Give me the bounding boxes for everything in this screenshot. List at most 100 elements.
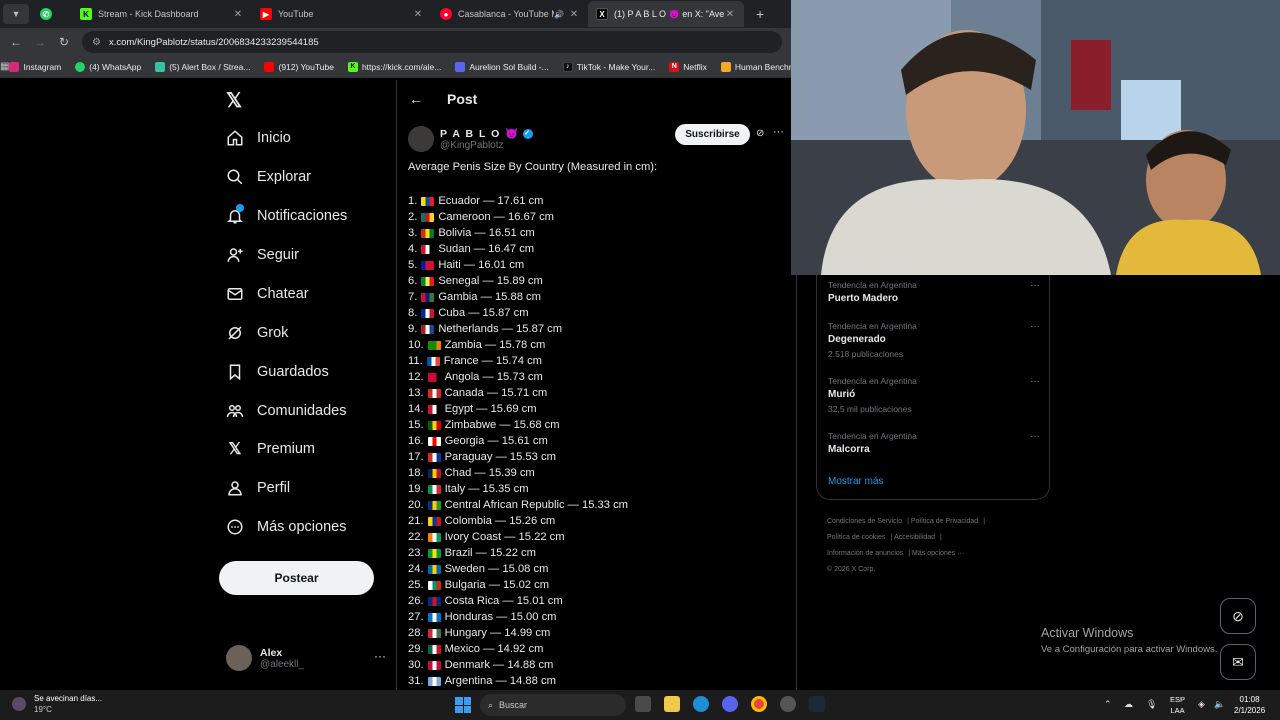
tab-whatsapp[interactable]: ✆ bbox=[32, 1, 72, 27]
sidebar-item-grok[interactable]: Grok bbox=[226, 319, 288, 347]
bookmark-netflix[interactable]: N Netflix bbox=[669, 61, 707, 72]
flag-icon bbox=[427, 484, 441, 494]
close-icon[interactable]: ✕ bbox=[724, 9, 736, 20]
sidebar-item-inicio[interactable]: Inicio bbox=[226, 124, 291, 152]
url-field[interactable]: ⚙ x.com/KingPablotz/status/2006834233239… bbox=[82, 31, 782, 53]
tab-kick-dashboard[interactable]: K Stream - Kick Dashboard ✕ bbox=[72, 1, 252, 27]
messages-float-button[interactable]: ✉ bbox=[1220, 644, 1256, 680]
sidebar-item-premium[interactable]: 𝕏 Premium bbox=[226, 435, 315, 463]
country-name: Zimbabwe bbox=[444, 419, 497, 431]
grok-icon[interactable]: ⊘ bbox=[756, 128, 764, 139]
flag-icon bbox=[427, 612, 441, 622]
system-clock[interactable]: 01:08 2/1/2026 bbox=[1234, 694, 1265, 716]
flag-icon bbox=[421, 276, 435, 286]
size-value: 15.69 cm bbox=[490, 403, 537, 415]
tab-youtube-music[interactable]: ● Casablanca - YouTube Musi 🔊 ✕ bbox=[432, 1, 588, 27]
language-indicator[interactable]: ESP LAA bbox=[1170, 694, 1185, 716]
sidebar-item-explorar[interactable]: Explorar bbox=[226, 163, 311, 191]
site-info-icon[interactable]: ⚙ bbox=[92, 37, 101, 48]
tab-x-post[interactable]: X (1) P A B L O 😈 en X: "Average ✕ bbox=[588, 1, 744, 27]
close-icon[interactable]: ✕ bbox=[568, 9, 580, 20]
edge-icon[interactable] bbox=[693, 696, 709, 712]
sidebar-item-chatear[interactable]: Chatear bbox=[226, 280, 309, 308]
account-switcher[interactable]: Alex @aleekll_ ··· bbox=[226, 643, 386, 673]
x-logo-icon[interactable]: 𝕏 bbox=[226, 88, 242, 113]
bookmark-kick[interactable]: Khttps://kick.com/ale... bbox=[347, 61, 442, 72]
chrome-icon[interactable] bbox=[751, 696, 767, 712]
separator: — bbox=[491, 515, 510, 527]
author-avatar[interactable] bbox=[408, 126, 434, 152]
trend-item[interactable]: Tendencia en Argentina Degenerado 2.518 … bbox=[828, 321, 1040, 359]
author-handle[interactable]: @KingPablotz bbox=[440, 140, 533, 151]
microphone-icon[interactable]: 🎙 bbox=[1146, 699, 1157, 710]
more-dots-icon[interactable]: ··· bbox=[1030, 376, 1040, 387]
subscribe-button[interactable]: Suscribirse bbox=[675, 124, 750, 145]
more-dots-icon[interactable]: ··· bbox=[1030, 280, 1040, 291]
windows-start-icon[interactable] bbox=[455, 697, 471, 713]
sidebar-item-perfil[interactable]: Perfil bbox=[226, 474, 290, 502]
sidebar-item-notificaciones[interactable]: Notificaciones bbox=[226, 202, 347, 230]
bookmark-aurelion[interactable]: Aurelion Sol Build -... bbox=[455, 61, 549, 72]
author-name-row[interactable]: P A B L O 😈 ✓ bbox=[440, 127, 533, 140]
bookmark-alert-box[interactable]: (5) Alert Box / Strea... bbox=[155, 61, 250, 72]
trend-item[interactable]: Tendencia en Argentina Murió 32,5 mil pu… bbox=[828, 376, 1040, 414]
bookmark-whatsapp[interactable]: (4) WhatsApp bbox=[75, 61, 141, 72]
footer-link[interactable]: Más opciones ··· bbox=[912, 550, 964, 557]
new-tab-button[interactable]: + bbox=[756, 6, 764, 22]
flag-icon bbox=[421, 260, 435, 270]
size-value: 15.87 cm bbox=[482, 307, 529, 319]
more-dots-icon[interactable]: ··· bbox=[374, 649, 386, 663]
bookmark-youtube[interactable]: (912) YouTube bbox=[264, 61, 334, 72]
trend-item[interactable]: Tendencia en Argentina Malcorra ··· bbox=[828, 431, 1040, 455]
footer-link[interactable]: Accesibilidad bbox=[894, 534, 935, 541]
forward-arrow-icon[interactable]: → bbox=[28, 35, 52, 49]
steam-icon[interactable] bbox=[809, 696, 825, 712]
size-value: 15.78 cm bbox=[499, 339, 546, 351]
reload-icon[interactable]: ↻ bbox=[52, 35, 76, 49]
bookmark-instagram[interactable]: Instagram bbox=[9, 61, 61, 72]
network-tray-icon[interactable]: ☁ bbox=[1124, 699, 1133, 710]
grok-float-button[interactable]: ⊘ bbox=[1220, 598, 1256, 634]
back-arrow-icon[interactable]: ← bbox=[4, 35, 28, 49]
back-arrow-icon[interactable]: ← bbox=[409, 91, 423, 107]
postear-button[interactable]: Postear bbox=[219, 561, 374, 595]
footer-link[interactable]: Política de Privacidad bbox=[911, 518, 978, 525]
bookmark-tiktok[interactable]: ♪ TikTok - Make Your... bbox=[562, 61, 655, 72]
footer-link[interactable]: Política de cookies bbox=[827, 534, 885, 541]
more-dots-icon[interactable]: ··· bbox=[1030, 431, 1040, 442]
sidebar-item-label: Más opciones bbox=[257, 519, 347, 535]
volume-icon[interactable]: 🔈 bbox=[1214, 699, 1225, 710]
discord-icon[interactable] bbox=[722, 696, 738, 712]
apps-grid-icon[interactable]: ▦ bbox=[0, 61, 9, 72]
footer-link[interactable]: Condiciones de Servicio bbox=[827, 518, 902, 525]
close-icon[interactable]: ✕ bbox=[412, 9, 424, 20]
file-explorer-icon[interactable] bbox=[664, 696, 680, 712]
weather-widget[interactable]: Se avecinan días... 19°C bbox=[12, 694, 102, 714]
show-more-link[interactable]: Mostrar más bbox=[828, 476, 884, 487]
sidebar-item-guardados[interactable]: Guardados bbox=[226, 358, 329, 386]
trend-item[interactable]: Tendencia en Argentina Puerto Madero ··· bbox=[828, 280, 1040, 304]
taskbar-search[interactable]: ⌕ Buscar bbox=[480, 694, 626, 716]
tab-youtube[interactable]: ▶ YouTube ✕ bbox=[252, 1, 432, 27]
sidebar-item-comunidades[interactable]: Comunidades bbox=[226, 397, 346, 425]
tab-search-button[interactable]: ▾ bbox=[3, 4, 29, 24]
close-icon[interactable]: ✕ bbox=[232, 9, 244, 20]
task-view-icon[interactable] bbox=[635, 696, 651, 712]
obs-icon[interactable] bbox=[780, 696, 796, 712]
chevron-up-icon[interactable]: ⌃ bbox=[1104, 699, 1112, 710]
wifi-icon[interactable]: ◈ bbox=[1198, 699, 1205, 710]
bookmark-label: https://kick.com/ale... bbox=[361, 61, 442, 72]
country-name: Ecuador bbox=[438, 195, 481, 207]
sidebar-item-seguir[interactable]: Seguir bbox=[226, 241, 299, 269]
footer-link[interactable]: Información de anuncios bbox=[827, 550, 903, 557]
rank-number: 23. bbox=[408, 547, 424, 559]
sidebar-nav: 𝕏 Inicio Explorar Notificaciones Seguir … bbox=[214, 80, 394, 690]
more-dots-icon[interactable]: ··· bbox=[773, 126, 784, 138]
separator: — bbox=[465, 307, 483, 319]
home-icon bbox=[226, 129, 244, 147]
speaker-icon[interactable]: 🔊 bbox=[554, 10, 564, 19]
more-dots-icon[interactable]: ··· bbox=[1030, 321, 1040, 332]
sidebar-item-mas-opciones[interactable]: Más opciones bbox=[226, 513, 346, 541]
list-item: 6. Senegal — 15.89 cm bbox=[408, 273, 788, 289]
list-item: 20. Central African Republic — 15.33 cm bbox=[408, 497, 788, 513]
